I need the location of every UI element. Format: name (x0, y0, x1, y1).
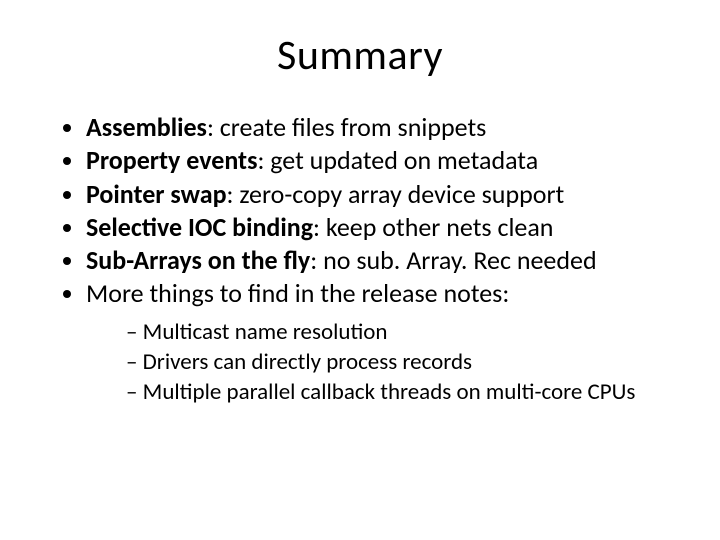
item-bold: Assemblies (86, 111, 207, 143)
sub-list-item: Drivers can directly process records (126, 347, 680, 377)
item-text: : keep other nets clean (313, 211, 553, 243)
sub-bullet-list: Multicast name resolution Drivers can di… (86, 317, 680, 408)
item-bold: Property events (86, 144, 257, 176)
item-bold: Pointer swap (86, 178, 227, 210)
item-bold: Sub-Arrays on the fly (86, 244, 310, 276)
item-text: : no sub. Array. Rec needed (310, 244, 596, 276)
list-item: Sub-Arrays on the fly: no sub. Array. Re… (86, 244, 680, 277)
item-bold: Selective IOC binding (86, 211, 313, 243)
sub-list-item: Multiple parallel callback threads on mu… (126, 377, 680, 407)
list-item: Property events: get updated on metadata (86, 144, 680, 177)
list-item: More things to find in the release notes… (86, 277, 680, 407)
list-item: Selective IOC binding: keep other nets c… (86, 211, 680, 244)
slide: Summary Assemblies: create files from sn… (0, 0, 720, 540)
item-text: More things to find in the release notes… (86, 277, 509, 309)
item-text: : zero-copy array device support (227, 178, 565, 210)
slide-title: Summary (40, 30, 680, 81)
list-item: Pointer swap: zero-copy array device sup… (86, 178, 680, 211)
main-bullet-list: Assemblies: create files from snippets P… (40, 111, 680, 408)
item-text: : create files from snippets (207, 111, 486, 143)
list-item: Assemblies: create files from snippets (86, 111, 680, 144)
item-text: : get updated on metadata (257, 144, 538, 176)
sub-list-item: Multicast name resolution (126, 317, 680, 347)
